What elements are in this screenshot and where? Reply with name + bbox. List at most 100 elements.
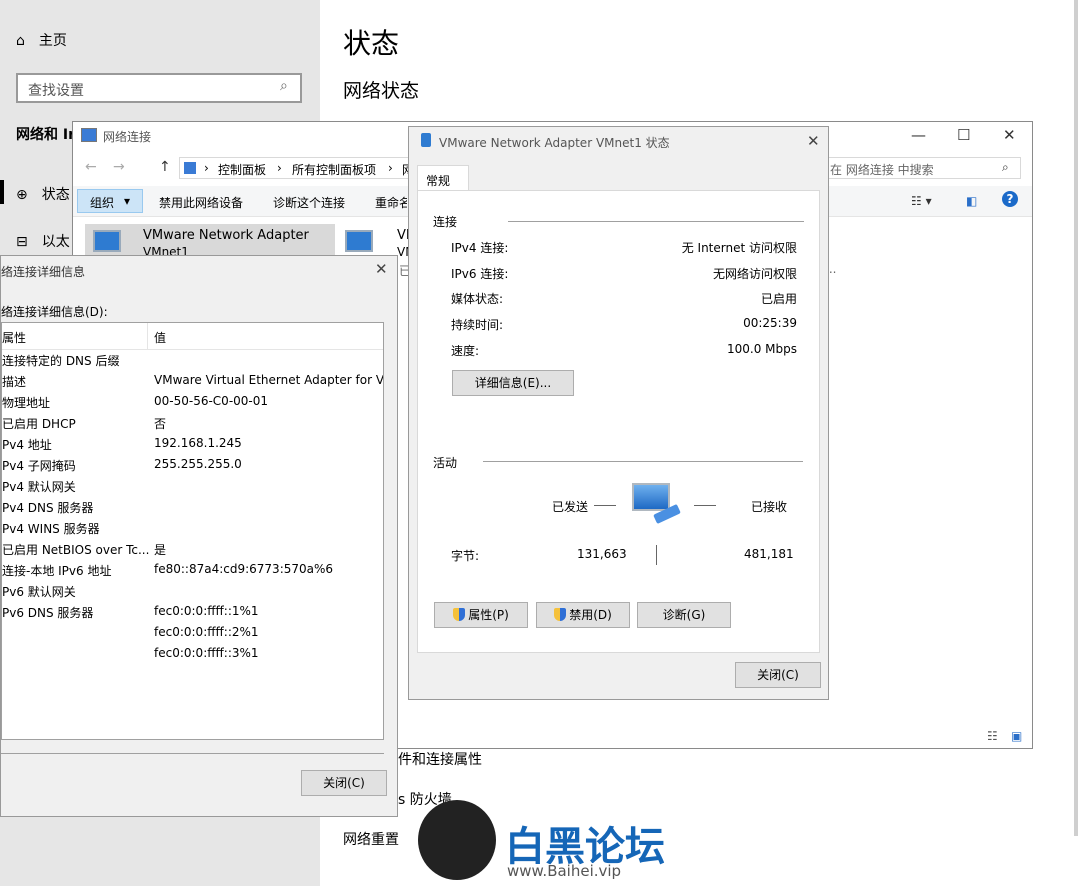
network-adapter-icon <box>93 230 121 252</box>
adapter-properties-link[interactable]: 件和连接属性 <box>398 749 482 769</box>
table-row[interactable]: Pv4 WINS 服务器 <box>2 517 382 538</box>
table-row[interactable]: Pv6 DNS 服务器 fec0:0:0:ffff::1%1 <box>2 601 382 622</box>
large-icons-view-icon[interactable]: ▣ <box>1011 729 1022 743</box>
nav-ethernet[interactable]: ⊟ 以太 <box>16 231 70 251</box>
table-row[interactable]: Pv4 默认网关 <box>2 475 382 496</box>
disable-button[interactable]: 禁用(D) <box>536 602 630 628</box>
tab-general[interactable]: 常规 <box>417 165 469 191</box>
details-button[interactable]: 详细信息(E)... <box>452 370 574 396</box>
row-property: Pv6 默认网关 <box>2 585 76 599</box>
watermark-url: www.Baihei.vip <box>507 862 622 880</box>
table-row[interactable]: 物理地址 00-50-56-C0-00-01 <box>2 391 382 412</box>
row-property: 已启用 NetBIOS over Tc... <box>2 543 150 557</box>
network-reset-link[interactable]: 网络重置 <box>343 829 399 849</box>
close-icon[interactable]: ✕ <box>1003 126 1016 144</box>
rename-button[interactable]: 重命名 <box>375 194 407 211</box>
column-property[interactable]: 属性 <box>2 329 26 346</box>
row-property: Pv4 默认网关 <box>2 480 76 494</box>
row-value: 255.255.255.0 <box>154 457 242 471</box>
table-row[interactable]: 连接-本地 IPv6 地址 fe80::87a4:cd9:6773:570a%6 <box>2 559 382 580</box>
close-button[interactable]: 关闭(C) <box>301 770 387 796</box>
row-property: Pv4 子网掩码 <box>2 459 76 473</box>
ethernet-icon: ⊟ <box>16 234 28 250</box>
breadcrumb-all-items[interactable]: 所有控制面板项 <box>292 161 376 178</box>
dialog-title: VMware Network Adapter VMnet1 状态 <box>439 136 670 150</box>
separator <box>1 753 384 754</box>
table-row[interactable]: 已启用 NetBIOS over Tc... 是 <box>2 538 382 559</box>
settings-search-input[interactable]: 查找设置 ⌕ <box>16 73 302 103</box>
row-property: Pv4 WINS 服务器 <box>2 522 100 536</box>
organize-button[interactable]: 组织 ▾ <box>77 189 143 213</box>
field-value: 已启用 <box>760 292 797 307</box>
close-icon[interactable]: ✕ <box>807 132 820 150</box>
table-row[interactable]: 描述 VMware Virtual Ethernet Adapter for VM <box>2 370 384 391</box>
up-icon[interactable]: ↑ <box>159 159 171 175</box>
preview-pane-icon[interactable]: ◧ <box>966 194 977 208</box>
table-row[interactable]: Pv6 默认网关 <box>2 580 382 601</box>
chevron-right-icon: › <box>277 161 282 175</box>
view-options-icon[interactable]: ☷ ▾ <box>911 194 932 208</box>
table-row[interactable]: Pv4 DNS 服务器 <box>2 496 382 517</box>
back-icon[interactable]: ← <box>85 159 97 175</box>
disable-device-button[interactable]: 禁用此网络设备 <box>159 194 243 211</box>
field-label: 速度: <box>451 343 480 358</box>
nav-status[interactable]: ⊕ 状态 <box>16 184 70 204</box>
uac-shield-icon <box>554 608 567 621</box>
diagnose-button[interactable]: 诊断(G) <box>637 602 731 628</box>
table-row[interactable]: fec0:0:0:ffff::2%1 <box>2 622 382 643</box>
row-value: fec0:0:0:ffff::1%1 <box>154 604 259 618</box>
field-label: 媒体状态: <box>451 292 504 307</box>
table-row[interactable]: 连接特定的 DNS 后缀 <box>2 349 382 370</box>
close-button[interactable]: 关闭(C) <box>735 662 821 688</box>
activity-computer-icon <box>632 483 670 511</box>
chevron-right-icon: › <box>388 161 393 175</box>
activity-heading: 活动 <box>433 456 458 470</box>
network-folder-icon <box>81 128 97 142</box>
bytes-sent: 131,663 <box>577 547 627 561</box>
nav-home[interactable]: ⌂ 主页 <box>16 30 67 50</box>
page-title: 状态 <box>343 27 400 60</box>
table-row[interactable]: fec0:0:0:ffff::3%1 <box>2 643 382 664</box>
forward-icon[interactable]: → <box>113 159 125 175</box>
row-value: 否 <box>154 417 167 431</box>
chevron-right-icon: › <box>204 161 209 175</box>
scrollbar[interactable] <box>1074 0 1078 836</box>
row-value: fe80::87a4:cd9:6773:570a%6 <box>154 562 334 576</box>
sent-line <box>594 505 616 506</box>
network-adapter-icon <box>345 230 373 252</box>
properties-button[interactable]: 属性(P) <box>434 602 528 628</box>
minimize-icon[interactable]: — <box>911 126 926 144</box>
table-row[interactable]: 已启用 DHCP 否 <box>2 412 382 433</box>
field-label: IPv6 连接: <box>451 266 509 281</box>
details-view-icon[interactable]: ☷ <box>987 729 998 743</box>
close-icon[interactable]: ✕ <box>375 260 388 278</box>
column-value[interactable]: 值 <box>154 329 166 346</box>
list-header: 属性 值 <box>2 323 383 350</box>
adapter-item-vmnet1[interactable]: VMware Network Adapter VMnet1 <box>85 224 335 258</box>
section-rule <box>483 461 803 462</box>
search-icon: ⌕ <box>1002 160 1009 174</box>
column-divider <box>147 323 148 349</box>
row-value: 192.168.1.245 <box>154 436 242 450</box>
field-label: IPv4 连接: <box>451 241 509 255</box>
adapter-item-vmnet8[interactable]: VM VM <box>343 224 417 258</box>
field-label: 持续时间: <box>451 318 504 333</box>
diagnose-connection-button[interactable]: 诊断这个连接 <box>273 194 345 211</box>
row-value: VMware Virtual Ethernet Adapter for VM <box>154 373 384 387</box>
row-property: 描述 <box>2 375 27 389</box>
table-row[interactable]: Pv4 子网掩码 255.255.255.0 <box>2 454 382 475</box>
row-value: 是 <box>154 543 167 557</box>
connection-heading: 连接 <box>433 215 458 229</box>
breadcrumb-control-panel[interactable]: 控制面板 <box>218 161 266 178</box>
window-title: 网络连接 <box>103 130 152 144</box>
row-property: 连接-本地 IPv6 地址 <box>2 564 112 578</box>
help-icon[interactable]: ? <box>1002 191 1018 207</box>
maximize-icon[interactable]: ☐ <box>957 126 970 144</box>
uac-shield-icon <box>453 608 466 621</box>
row-property: 已启用 DHCP <box>2 417 76 431</box>
details-listview[interactable]: 属性 值 连接特定的 DNS 后缀描述 VMware Virtual Ethern… <box>1 322 384 740</box>
table-row[interactable]: Pv4 地址 192.168.1.245 <box>2 433 382 454</box>
network-search-input[interactable]: 在 网络连接 中搜索 ⌕ <box>821 157 1021 179</box>
page-subtitle: 网络状态 <box>343 80 420 102</box>
received-label: 已接收 <box>751 500 788 514</box>
